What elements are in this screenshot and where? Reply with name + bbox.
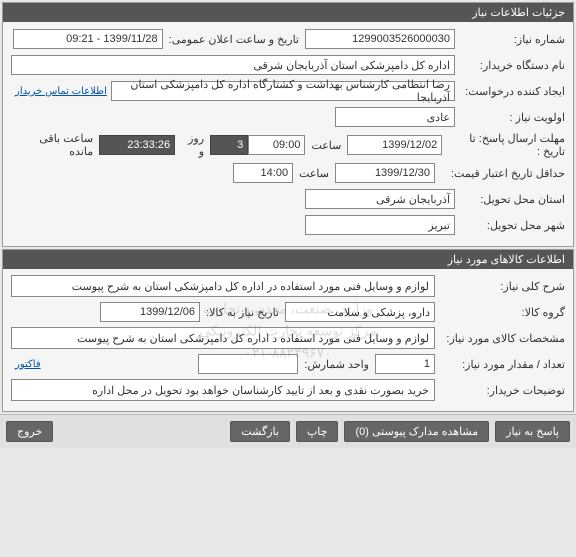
- need-info-panel: جزئیات اطلاعات نیاز شماره نیاز: 12990035…: [2, 2, 574, 247]
- row-province: استان محل تحویل: آذربایجان شرقی: [11, 188, 565, 210]
- label-time-1: ساعت: [305, 139, 347, 152]
- field-buyer-org: اداره کل دامپزشکی استان آذربایجان شرقی: [11, 55, 455, 75]
- row-buyer-notes: توضیحات خریدار: خرید بصورت نقدی و بعد از…: [11, 379, 565, 401]
- field-creator: رضا انتظامی کارشناس بهداشت و کشتارگاه اد…: [111, 81, 455, 101]
- label-buyer-notes: توضیحات خریدار:: [435, 384, 565, 397]
- field-min-validity-date: 1399/12/30: [335, 163, 435, 183]
- field-min-validity-time: 14:00: [233, 163, 293, 183]
- label-deadline: مهلت ارسال پاسخ: تا تاریخ :: [442, 132, 565, 158]
- row-need-no: شماره نیاز: 1299003526000030 تاریخ و ساع…: [11, 28, 565, 50]
- field-time-remain: 23:33:26: [99, 135, 175, 155]
- field-general-desc: لوازم و وسایل فنی مورد استفاده در اداره …: [11, 275, 435, 297]
- label-province: استان محل تحویل:: [455, 193, 565, 206]
- field-days-remain: 3: [210, 135, 248, 155]
- field-city: تبریز: [305, 215, 455, 235]
- label-unit: واحد شمارش:: [298, 358, 375, 371]
- label-need-no: شماره نیاز:: [455, 33, 565, 46]
- row-creator: ایجاد کننده درخواست: رضا انتظامی کارشناس…: [11, 80, 565, 102]
- back-button[interactable]: بازگشت: [230, 421, 290, 442]
- label-days-and: روز و: [175, 132, 210, 158]
- label-general-desc: شرح کلی نیاز:: [435, 280, 565, 293]
- label-remaining: ساعت باقی مانده: [11, 132, 99, 158]
- field-deadline-time: 09:00: [248, 135, 305, 155]
- field-need-no: 1299003526000030: [305, 29, 455, 49]
- label-min-validity: حداقل تاریخ اعتبار قیمت:: [435, 167, 565, 180]
- row-goods-group: گروه کالا: دارو، پزشکی و سلامت تاریخ نیا…: [11, 301, 565, 323]
- label-announce: تاریخ و ساعت اعلان عمومی:: [163, 33, 305, 46]
- invoice-link[interactable]: فاکتور: [11, 359, 45, 370]
- field-priority: عادی: [335, 107, 455, 127]
- field-deadline-date: 1399/12/02: [347, 135, 442, 155]
- label-priority: اولویت نیاز :: [455, 111, 565, 124]
- need-info-header: جزئیات اطلاعات نیاز: [3, 3, 573, 22]
- label-goods-group: گروه کالا:: [435, 306, 565, 319]
- label-time-2: ساعت: [293, 167, 335, 180]
- field-goods-group: دارو، پزشکی و سلامت: [285, 302, 435, 322]
- row-general-desc: شرح کلی نیاز: لوازم و وسایل فنی مورد است…: [11, 275, 565, 297]
- goods-info-header: اطلاعات کالاهای مورد نیاز: [3, 250, 573, 269]
- need-info-body: شماره نیاز: 1299003526000030 تاریخ و ساع…: [3, 22, 573, 246]
- label-need-date: تاریخ نیاز به کالا:: [200, 306, 285, 319]
- exit-button[interactable]: خروج: [6, 421, 53, 442]
- label-buyer-org: نام دستگاه خریدار:: [455, 59, 565, 72]
- contact-link[interactable]: اطلاعات تماس خریدار: [11, 86, 111, 97]
- field-announce: 1399/11/28 - 09:21: [13, 29, 163, 49]
- field-qty: 1: [375, 354, 435, 374]
- label-creator: ایجاد کننده درخواست:: [455, 85, 565, 98]
- footer-bar: پاسخ به نیاز مشاهده مدارک پیوستی (0) چاپ…: [0, 414, 576, 448]
- row-goods-specs: مشخصات کالای مورد نیاز: لوازم و وسایل فن…: [11, 327, 565, 349]
- goods-info-panel: اطلاعات کالاهای مورد نیاز وزارت صنعت، مع…: [2, 249, 574, 412]
- goods-info-body: وزارت صنعت، معدن و تجارت مرکز توسعه تجار…: [3, 269, 573, 411]
- label-goods-specs: مشخصات کالای مورد نیاز:: [435, 332, 565, 345]
- label-qty: تعداد / مقدار مورد نیاز:: [435, 358, 565, 371]
- row-qty: تعداد / مقدار مورد نیاز: 1 واحد شمارش: ف…: [11, 353, 565, 375]
- field-need-date: 1399/12/06: [100, 302, 200, 322]
- label-city: شهر محل تحویل:: [455, 219, 565, 232]
- print-button[interactable]: چاپ: [296, 421, 339, 442]
- field-buyer-notes: خرید بصورت نقدی و بعد از تایید کارشناسان…: [11, 379, 435, 401]
- field-unit: [198, 354, 298, 374]
- row-deadline: مهلت ارسال پاسخ: تا تاریخ : 1399/12/02 س…: [11, 132, 565, 158]
- field-province: آذربایجان شرقی: [305, 189, 455, 209]
- field-goods-specs: لوازم و وسایل فنی مورد استفاده د اداره ک…: [11, 327, 435, 349]
- row-priority: اولویت نیاز : عادی: [11, 106, 565, 128]
- row-min-validity: حداقل تاریخ اعتبار قیمت: 1399/12/30 ساعت…: [11, 162, 565, 184]
- attachments-button[interactable]: مشاهده مدارک پیوستی (0): [344, 421, 489, 442]
- reply-button[interactable]: پاسخ به نیاز: [495, 421, 570, 442]
- row-buyer-org: نام دستگاه خریدار: اداره کل دامپزشکی است…: [11, 54, 565, 76]
- row-city: شهر محل تحویل: تبریز: [11, 214, 565, 236]
